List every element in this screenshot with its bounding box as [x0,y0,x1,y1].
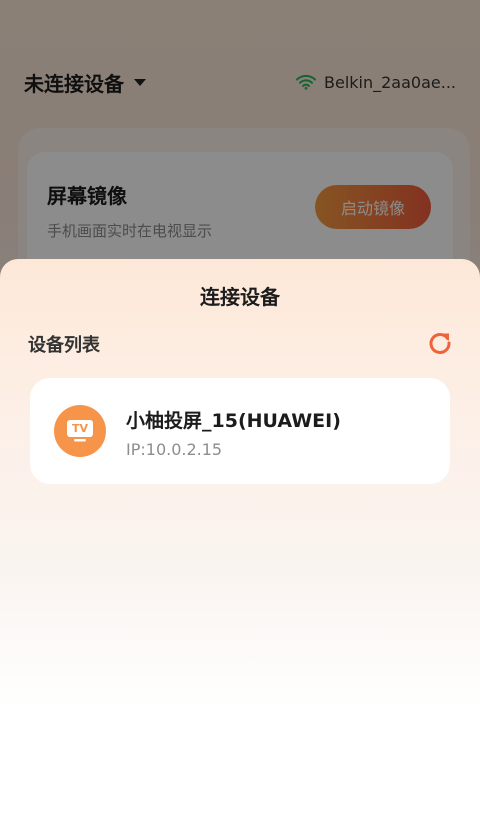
refresh-icon [429,333,451,354]
tv-icon: TV [54,405,106,457]
tv-icon-text: TV [71,422,89,435]
device-list-label: 设备列表 [28,335,100,356]
device-ip: IP:10.0.2.15 [126,440,223,459]
refresh-button[interactable] [426,329,454,357]
sheet-title: 连接设备 [200,285,280,309]
device-list-item[interactable]: TV 小柚投屏_15(HUAWEI) IP:10.0.2.15 [30,378,450,484]
connect-device-sheet: 连接设备 设备列表 TV 小柚投屏_15(HUAWEI) IP:10.0.2.1… [0,259,480,821]
device-name: 小柚投屏_15(HUAWEI) [126,410,341,432]
